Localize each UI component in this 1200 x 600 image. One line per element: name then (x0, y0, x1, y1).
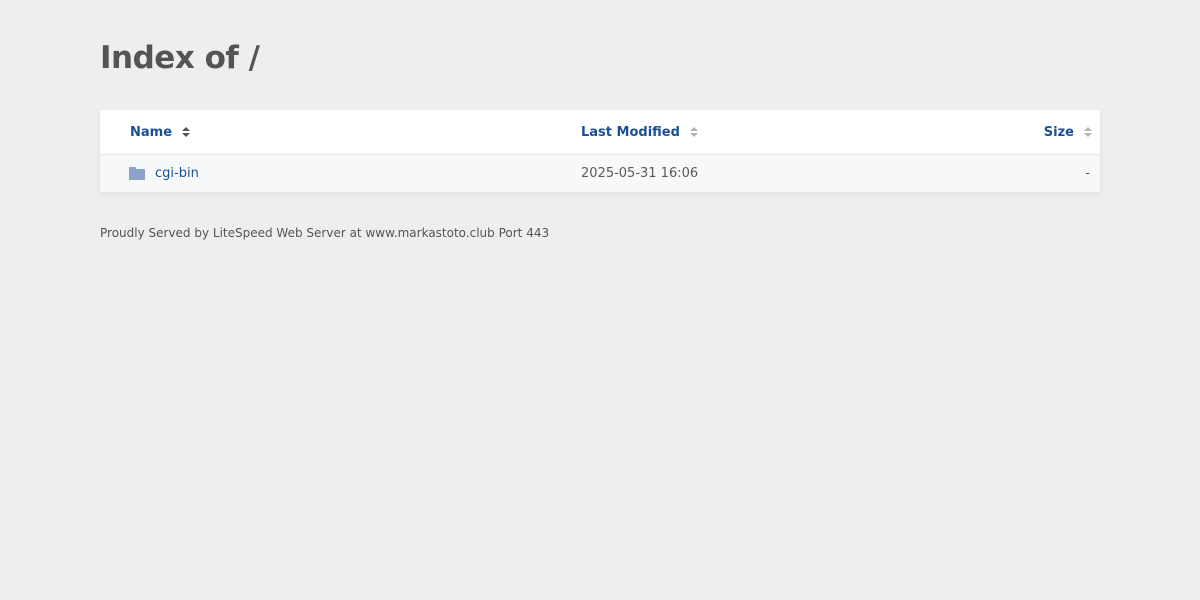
cgi-bin-link[interactable]: cgi-bin (155, 166, 199, 181)
table-row: cgi-bin 2025-05-31 16:06 - (100, 155, 1100, 192)
sort-icon (182, 127, 191, 137)
size-column-label: Size (1043, 124, 1074, 140)
sort-icon (1084, 127, 1092, 137)
folder-icon (129, 167, 145, 180)
server-footer: Proudly Served by LiteSpeed Web Server a… (100, 226, 550, 240)
size-cell: - (1085, 166, 1090, 181)
sort-icon (689, 127, 698, 137)
modified-cell: 2025-05-31 16:06 (581, 166, 699, 181)
sort-by-modified-header[interactable]: Last Modified (581, 110, 698, 154)
name-cell: cgi-bin (129, 155, 199, 192)
page-title: Index of / (100, 40, 260, 76)
name-column-label: Name (130, 124, 173, 140)
modified-column-label: Last Modified (581, 124, 680, 140)
table-header: Name Last Modified Size (100, 110, 1100, 155)
file-listing-table: Name Last Modified Size cgi-bin 2025-05-… (100, 110, 1100, 192)
sort-by-name-header[interactable]: Name (130, 110, 191, 154)
sort-by-size-header[interactable]: Size (1044, 110, 1092, 154)
